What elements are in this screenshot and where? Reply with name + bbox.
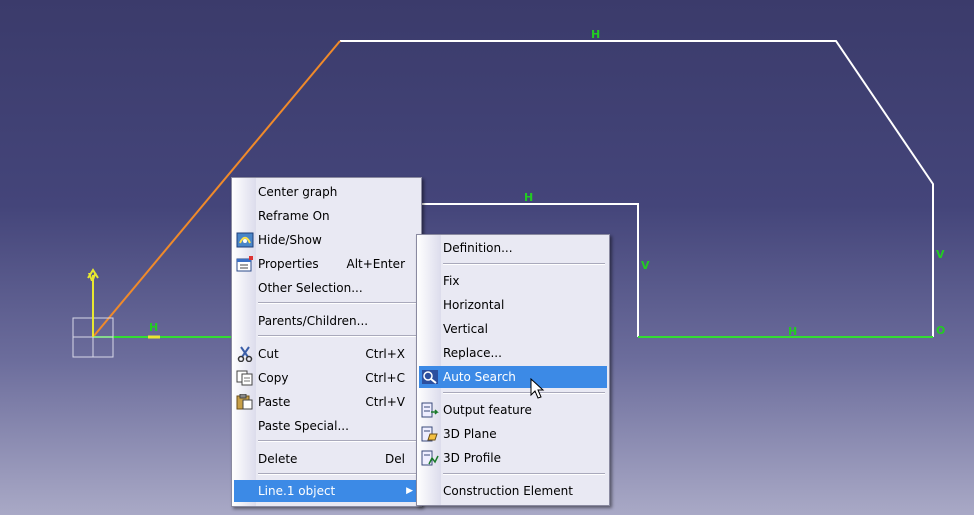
constraint-label: H	[591, 28, 600, 41]
menu-item-other-selection[interactable]: Other Selection...	[234, 277, 419, 299]
menu-separator	[258, 473, 417, 475]
hide-show-icon	[236, 232, 254, 248]
menu-item-delete[interactable]: Delete Del	[234, 448, 419, 470]
menu-item-line-object[interactable]: Line.1 object ▶	[234, 480, 419, 502]
menu-item-parents-children[interactable]: Parents/Children...	[234, 310, 419, 332]
coincidence-symbol: O	[936, 324, 945, 337]
copy-icon	[236, 370, 254, 386]
menu-item-paste[interactable]: Paste Ctrl+V	[234, 391, 419, 413]
sketch-origin-axes	[72, 268, 160, 358]
mouse-cursor-icon	[530, 378, 545, 399]
submenu-item-vertical[interactable]: Vertical	[419, 318, 607, 340]
constraint-label: H	[149, 321, 158, 334]
submenu-item-definition[interactable]: Definition...	[419, 237, 607, 259]
submenu-item-fix[interactable]: Fix	[419, 270, 607, 292]
menu-separator	[443, 473, 605, 475]
paste-icon	[236, 393, 254, 410]
menu-item-properties[interactable]: Properties Alt+Enter	[234, 253, 419, 275]
menu-separator	[258, 440, 417, 442]
menu-item-reframe-on[interactable]: Reframe On	[234, 205, 419, 227]
constraint-label: V	[936, 248, 945, 261]
submenu-item-construction-element[interactable]: Construction Element	[419, 480, 607, 502]
menu-separator	[443, 392, 605, 394]
submenu-item-auto-search[interactable]: Auto Search	[419, 366, 607, 388]
constraint-label: V	[88, 271, 97, 284]
menu-separator	[258, 335, 417, 337]
3d-profile-icon	[421, 450, 439, 466]
line-object-submenu: Definition... Fix Horizontal Vertical Re…	[416, 234, 610, 506]
auto-search-icon	[421, 369, 439, 385]
menu-item-copy[interactable]: Copy Ctrl+C	[234, 367, 419, 389]
menu-item-center-graph[interactable]: Center graph	[234, 181, 419, 203]
menu-item-hide-show[interactable]: Hide/Show	[234, 229, 419, 251]
submenu-item-3d-plane[interactable]: 3D Plane	[419, 423, 607, 445]
constraint-label: V	[641, 259, 650, 272]
constraint-label: H	[788, 325, 797, 338]
constraint-label: H	[524, 191, 533, 204]
context-menu: Center graph Reframe On Hide/Show Proper…	[231, 177, 422, 507]
submenu-arrow-icon: ▶	[406, 486, 413, 496]
submenu-item-output-feature[interactable]: Output feature	[419, 399, 607, 421]
menu-separator	[443, 263, 605, 265]
scissors-icon	[236, 346, 254, 363]
menu-item-paste-special[interactable]: Paste Special...	[234, 415, 419, 437]
submenu-item-horizontal[interactable]: Horizontal	[419, 294, 607, 316]
submenu-item-3d-profile[interactable]: 3D Profile	[419, 447, 607, 469]
properties-icon	[236, 256, 254, 272]
output-feature-icon	[421, 402, 439, 418]
submenu-item-replace[interactable]: Replace...	[419, 342, 607, 364]
menu-item-cut[interactable]: Cut Ctrl+X	[234, 343, 419, 365]
menu-separator	[258, 302, 417, 304]
3d-plane-icon	[421, 426, 439, 442]
